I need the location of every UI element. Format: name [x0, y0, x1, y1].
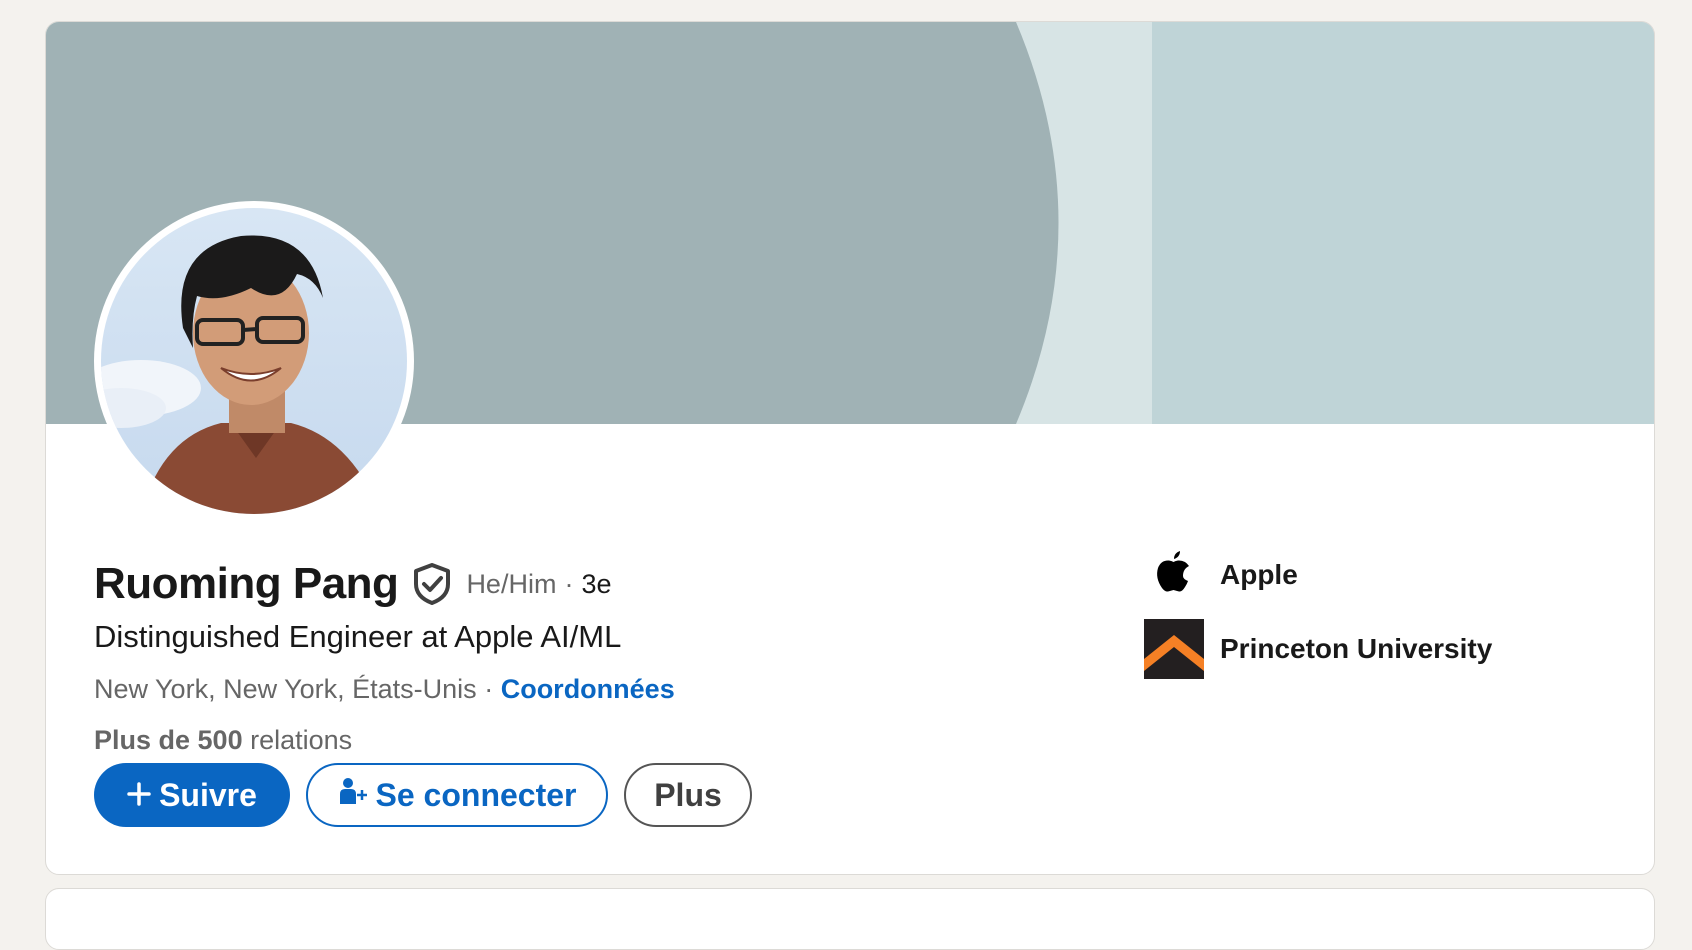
more-button-label: Plus: [654, 776, 722, 813]
connection-degree: 3e: [581, 568, 612, 599]
apple-logo-icon: [1144, 545, 1204, 605]
follow-button[interactable]: Suivre: [94, 763, 290, 827]
verified-shield-icon[interactable]: [412, 562, 452, 606]
profile-name: Ruoming Pang: [94, 559, 399, 608]
follow-button-label: Suivre: [159, 776, 257, 813]
more-button[interactable]: Plus: [624, 763, 752, 827]
profile-photo[interactable]: [94, 201, 414, 521]
connect-button-label: Se connecter: [375, 776, 577, 813]
sidebar-item-princeton[interactable]: Princeton University: [1144, 619, 1492, 679]
separator-dot: ·: [564, 568, 574, 599]
location: New York, New York, États-Unis: [94, 674, 477, 704]
connections-label: relations: [242, 725, 353, 755]
connect-button[interactable]: Se connecter: [306, 763, 608, 827]
sidebar-item-label: Princeton University: [1220, 633, 1493, 664]
pronouns: He/Him: [466, 568, 557, 599]
plus-icon: [127, 777, 151, 814]
next-section-card: [45, 888, 1655, 950]
sidebar-item-label: Apple: [1220, 559, 1298, 590]
add-person-icon: [338, 776, 368, 814]
connections-count-bold: Plus de 500: [94, 725, 243, 755]
location-row: New York, New York, États-Unis · Coordon…: [94, 674, 675, 705]
sidebar-item-apple[interactable]: Apple: [1144, 545, 1298, 605]
name-row: Ruoming Pang He/Him · 3e: [94, 559, 612, 609]
contact-info-link[interactable]: Coordonnées: [501, 674, 675, 704]
profile-card: Ruoming Pang He/Him · 3e Distinguished E…: [45, 21, 1655, 875]
connections-count[interactable]: Plus de 500 relations: [94, 725, 352, 756]
profile-headline: Distinguished Engineer at Apple AI/ML: [94, 619, 622, 654]
princeton-logo-icon: [1144, 619, 1204, 679]
separator-dot: ·: [484, 674, 494, 704]
profile-actions: Suivre Se connecter Plus: [94, 763, 752, 827]
